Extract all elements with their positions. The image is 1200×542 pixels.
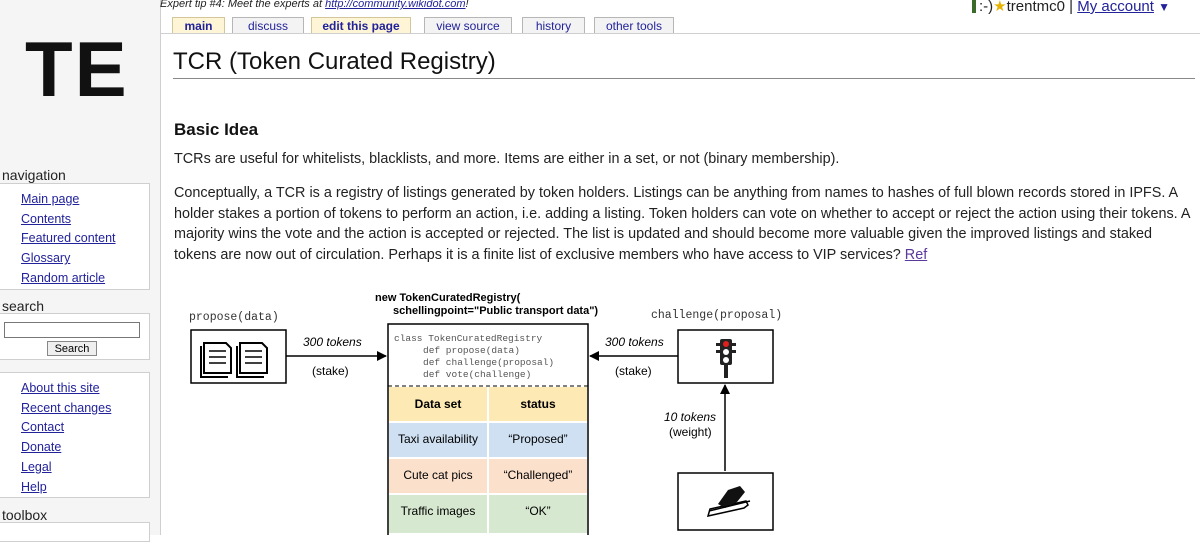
user-separator: |	[1069, 0, 1074, 15]
page-title: TCR (Token Curated Registry)	[173, 48, 496, 75]
title-rule	[173, 78, 1195, 79]
right-stake-label: (stake)	[615, 364, 652, 378]
section-heading-basic-idea: Basic Idea	[174, 120, 259, 139]
navigation-heading: navigation	[2, 167, 66, 183]
row-name-taxi: Taxi availability	[398, 432, 478, 446]
code-vote-line: def vote(challenge)	[423, 369, 531, 380]
table-header-status: status	[520, 397, 556, 411]
toolbox-box	[0, 522, 150, 542]
user-bar: :-)★trentmc0 | My account ▼	[972, 0, 1170, 15]
propose-label: propose(data)	[189, 311, 279, 324]
nav-item-random-article[interactable]: Random article	[21, 269, 149, 289]
nav-item-contents[interactable]: Contents	[21, 210, 149, 230]
row-status-ok: “OK”	[525, 504, 550, 518]
toolbox-heading: toolbox	[2, 507, 48, 523]
row-name-traffic: Traffic images	[401, 504, 476, 518]
paragraph-intro: TCRs are useful for whitelists, blacklis…	[174, 151, 840, 167]
registry-title-line2: schellingpoint="Public transport data")	[393, 305, 598, 317]
table-header-dataset: Data set	[415, 397, 462, 411]
row-status-challenged: “Challenged”	[504, 468, 573, 482]
left-stake-label: (stake)	[312, 364, 349, 378]
account-dropdown-icon[interactable]: ▼	[1158, 0, 1170, 14]
site-link-contact[interactable]: Contact	[21, 418, 149, 438]
search-input[interactable]	[4, 322, 140, 338]
search-button[interactable]: Search	[47, 341, 97, 356]
tab-history[interactable]: history	[522, 17, 585, 33]
tab-view-source[interactable]: view source	[424, 17, 512, 33]
ref-link[interactable]: Ref	[905, 247, 927, 263]
nav-item-main-page[interactable]: Main page	[21, 190, 149, 210]
search-heading: search	[2, 298, 45, 314]
tab-edit-this-page[interactable]: edit this page	[311, 17, 411, 33]
username[interactable]: trentmc0	[1007, 0, 1065, 15]
site-logo[interactable]: TE	[25, 30, 129, 108]
sidebar: TE navigation Main page Contents Feature…	[0, 0, 161, 542]
row-name-cat: Cute cat pics	[403, 468, 472, 482]
left-tokens-label: 300 tokens	[303, 335, 362, 349]
propose-box	[190, 329, 287, 384]
status-icon	[972, 0, 976, 13]
expert-tip: Expert tip #4: Meet the experts at http:…	[160, 0, 469, 10]
site-link-recent-changes[interactable]: Recent changes	[21, 399, 149, 419]
vote-weight-label: (weight)	[669, 425, 712, 439]
navigation-box: Main page Contents Featured content Glos…	[0, 183, 150, 290]
registry-title-line1: new TokenCuratedRegistry(	[375, 292, 521, 304]
nav-item-featured-content[interactable]: Featured content	[21, 229, 149, 249]
expert-tip-link[interactable]: http://community.wikidot.com	[325, 0, 465, 10]
paragraph-concept: Conceptually, a TCR is a registry of lis…	[174, 185, 1190, 263]
tab-discuss[interactable]: discuss	[232, 17, 304, 33]
challenge-label: challenge(proposal)	[651, 309, 782, 322]
right-tokens-label: 300 tokens	[605, 335, 664, 349]
row-status-proposed: “Proposed”	[508, 432, 567, 446]
code-class-line: class TokenCuratedRegistry	[394, 333, 543, 344]
tcr-diagram: new TokenCuratedRegistry( schellingpoint…	[189, 292, 782, 535]
site-link-donate[interactable]: Donate	[21, 438, 149, 458]
code-challenge-line: def challenge(proposal)	[423, 357, 554, 368]
smiley-text: :-)	[979, 0, 994, 15]
nav-item-glossary[interactable]: Glossary	[21, 249, 149, 269]
tab-main[interactable]: main	[172, 17, 225, 33]
tabs-divider	[160, 33, 1200, 34]
search-box: Search	[0, 313, 150, 360]
site-link-about[interactable]: About this site	[21, 379, 149, 399]
site-link-help[interactable]: Help	[21, 478, 149, 498]
code-propose-line: def propose(data)	[423, 345, 520, 356]
site-links-box: About this site Recent changes Contact D…	[0, 372, 150, 498]
my-account-link[interactable]: My account	[1077, 0, 1154, 15]
site-link-legal[interactable]: Legal	[21, 458, 149, 478]
star-icon: ★	[993, 0, 1007, 15]
vote-tokens-label: 10 tokens	[664, 410, 716, 424]
tab-other-tools[interactable]: other tools	[594, 17, 674, 33]
